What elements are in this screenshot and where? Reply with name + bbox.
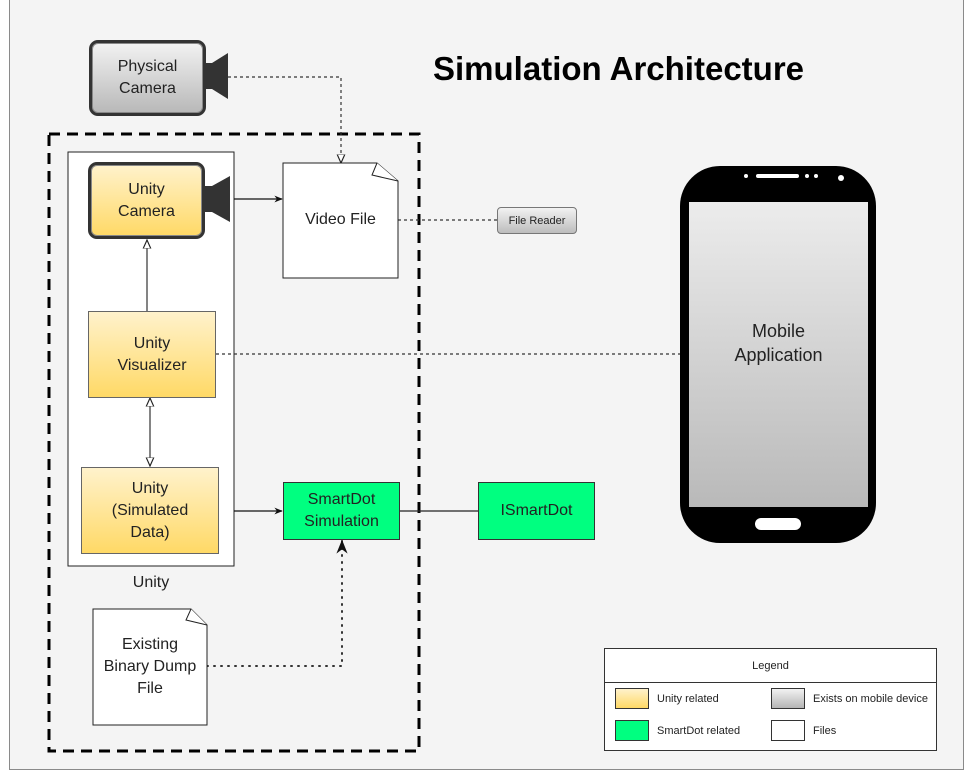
binary-dump-node[interactable]: Existing Binary Dump File (93, 632, 207, 702)
legend-label: SmartDot related (657, 724, 741, 737)
legend-item-unity: Unity related (615, 688, 719, 709)
legend-swatch-files (771, 720, 805, 741)
physical-camera-node[interactable]: Physical Camera (89, 40, 206, 116)
legend-swatch-unity (615, 688, 649, 709)
diagram-title: Simulation Architecture (433, 50, 805, 87)
legend: Legend Unity related Exists on mobile de… (604, 648, 937, 751)
legend-swatch-smartdot (615, 720, 649, 741)
unity-camera-node[interactable]: Unity Camera (88, 162, 205, 239)
mobile-application-node[interactable]: Mobile Application (689, 202, 868, 507)
legend-item-files: Files (771, 720, 836, 741)
file-reader-node[interactable]: File Reader (497, 207, 577, 234)
unity-simulated-data-node[interactable]: Unity (Simulated Data) (81, 467, 219, 554)
unity-visualizer-node[interactable]: Unity Visualizer (88, 311, 216, 398)
legend-label: Unity related (657, 692, 719, 705)
ismartdot-node[interactable]: ISmartDot (478, 482, 595, 540)
legend-label: Exists on mobile device (813, 692, 928, 705)
legend-swatch-mobile (771, 688, 805, 709)
video-file-node[interactable]: Video File (283, 190, 398, 250)
legend-label: Files (813, 724, 837, 737)
legend-item-smartdot: SmartDot related (615, 720, 740, 741)
unity-group-label: Unity (132, 574, 170, 591)
smartdot-simulation-node[interactable]: SmartDot Simulation (283, 482, 400, 540)
legend-title: Legend (605, 649, 936, 683)
legend-item-mobile: Exists on mobile device (771, 688, 928, 709)
